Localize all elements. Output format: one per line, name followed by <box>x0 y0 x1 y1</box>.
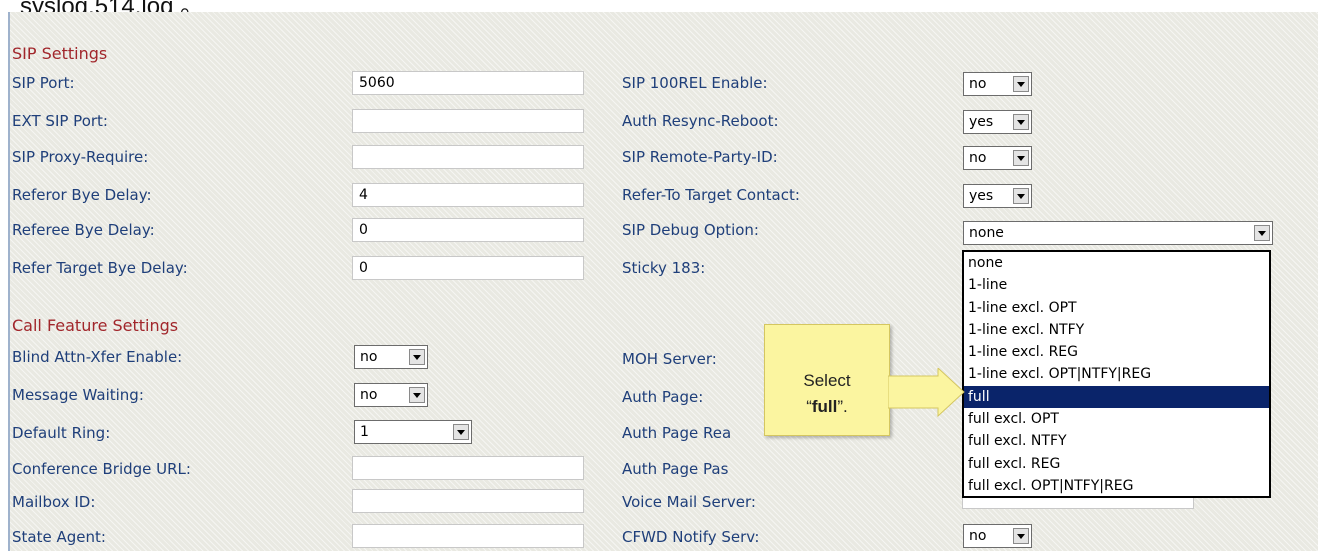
label-auth-page: Auth Page: <box>622 388 704 406</box>
refer-to-target-contact-select[interactable]: yes <box>963 184 1032 208</box>
cfwd-notify-serv-select[interactable]: no <box>963 524 1032 548</box>
select-value: no <box>969 76 987 92</box>
chevron-down-icon[interactable] <box>1013 76 1029 92</box>
dropdown-option[interactable]: full excl. OPT <box>964 408 1269 430</box>
instruction-callout: Select “full”. <box>764 324 890 436</box>
label-ext-sip-port: EXT SIP Port: <box>12 112 108 130</box>
conference-bridge-url-field[interactable] <box>352 456 584 480</box>
chevron-down-icon[interactable] <box>409 387 425 403</box>
select-value: yes <box>969 114 994 130</box>
default-ring-select[interactable]: 1 <box>354 420 472 444</box>
label-sip-proxy-require: SIP Proxy-Require: <box>12 148 149 166</box>
label-voice-mail-server: Voice Mail Server: <box>622 493 756 511</box>
ext-sip-port-field[interactable] <box>352 109 584 133</box>
dropdown-option[interactable]: 1-line excl. REG <box>964 341 1269 363</box>
label-auth-page-realm: Auth Page Rea <box>622 424 732 442</box>
dropdown-option[interactable]: 1-line excl. NTFY <box>964 319 1269 341</box>
label-refer-to-target-contact: Refer-To Target Contact: <box>622 186 800 204</box>
dropdown-option[interactable]: 1-line excl. OPT <box>964 297 1269 319</box>
label-sip-100rel-enable: SIP 100REL Enable: <box>622 74 768 92</box>
label-refer-target-bye-delay: Refer Target Bye Delay: <box>12 259 188 277</box>
sip-100rel-enable-select[interactable]: no <box>963 72 1032 96</box>
sip-remote-party-id-select[interactable]: no <box>963 146 1032 170</box>
sip-port-field[interactable]: 5060 <box>352 71 584 95</box>
label-referor-bye-delay: Referor Bye Delay: <box>12 186 152 204</box>
auth-resync-reboot-select[interactable]: yes <box>963 110 1032 134</box>
select-value: no <box>969 528 987 544</box>
dropdown-option[interactable]: full excl. NTFY <box>964 430 1269 452</box>
select-value: no <box>360 387 378 403</box>
select-value: no <box>969 150 987 166</box>
label-blind-attn-xfer-enable: Blind Attn-Xfer Enable: <box>12 348 183 366</box>
message-waiting-select[interactable]: no <box>354 383 428 407</box>
callout-bold-text: full <box>811 397 838 416</box>
mailbox-id-field[interactable] <box>352 489 584 513</box>
callout-line-2: “full”. <box>765 397 889 417</box>
sip-debug-option-select[interactable]: none <box>963 221 1273 245</box>
label-auth-page-password: Auth Page Pas <box>622 460 729 478</box>
sip-debug-option-dropdown-list: none 1-line 1-line excl. OPT 1-line excl… <box>962 250 1271 498</box>
label-cfwd-notify-serv: CFWD Notify Serv: <box>622 528 760 546</box>
chevron-down-icon[interactable] <box>1013 114 1029 130</box>
blind-attn-xfer-enable-select[interactable]: no <box>354 345 428 369</box>
dropdown-option[interactable]: none <box>964 252 1269 274</box>
select-value: 1 <box>360 424 369 440</box>
label-auth-resync-reboot: Auth Resync-Reboot: <box>622 112 779 130</box>
chevron-down-icon[interactable] <box>1013 528 1029 544</box>
section-title-call-feature-settings: Call Feature Settings <box>12 316 179 335</box>
callout-arrow-icon <box>888 368 965 418</box>
label-referee-bye-delay: Referee Bye Delay: <box>12 221 155 239</box>
label-state-agent: State Agent: <box>12 528 106 546</box>
sip-proxy-require-field[interactable] <box>352 145 584 169</box>
callout-quote-close: ”. <box>837 397 848 416</box>
callout-line-1: Select <box>803 371 851 390</box>
referor-bye-delay-field[interactable]: 4 <box>352 183 584 207</box>
label-sip-remote-party-id: SIP Remote-Party-ID: <box>622 148 778 166</box>
select-value: none <box>969 225 1004 241</box>
select-value: yes <box>969 188 994 204</box>
dropdown-option-selected[interactable]: full <box>964 385 1269 409</box>
dropdown-option[interactable]: 1-line <box>964 274 1269 296</box>
referee-bye-delay-field[interactable]: 0 <box>352 218 584 242</box>
label-conference-bridge-url: Conference Bridge URL: <box>12 460 191 478</box>
label-sip-debug-option: SIP Debug Option: <box>622 221 759 239</box>
section-title-sip-settings: SIP Settings <box>12 44 108 63</box>
state-agent-field[interactable] <box>352 524 584 548</box>
chevron-down-icon[interactable] <box>1254 225 1270 241</box>
label-mailbox-id: Mailbox ID: <box>12 493 96 511</box>
label-moh-server: MOH Server: <box>622 350 717 368</box>
select-value: no <box>360 349 378 365</box>
chevron-down-icon[interactable] <box>409 349 425 365</box>
label-sticky-183: Sticky 183: <box>622 259 706 277</box>
dropdown-option[interactable]: full excl. OPT|NTFY|REG <box>964 475 1269 497</box>
label-message-waiting: Message Waiting: <box>12 386 144 404</box>
chevron-down-icon[interactable] <box>453 424 469 440</box>
dropdown-option[interactable]: 1-line excl. OPT|NTFY|REG <box>964 363 1269 385</box>
refer-target-bye-delay-field[interactable]: 0 <box>352 256 584 280</box>
label-sip-port: SIP Port: <box>12 74 75 92</box>
chevron-down-icon[interactable] <box>1013 150 1029 166</box>
chevron-down-icon[interactable] <box>1013 188 1029 204</box>
label-default-ring: Default Ring: <box>12 424 111 442</box>
dropdown-option[interactable]: full excl. REG <box>964 453 1269 475</box>
